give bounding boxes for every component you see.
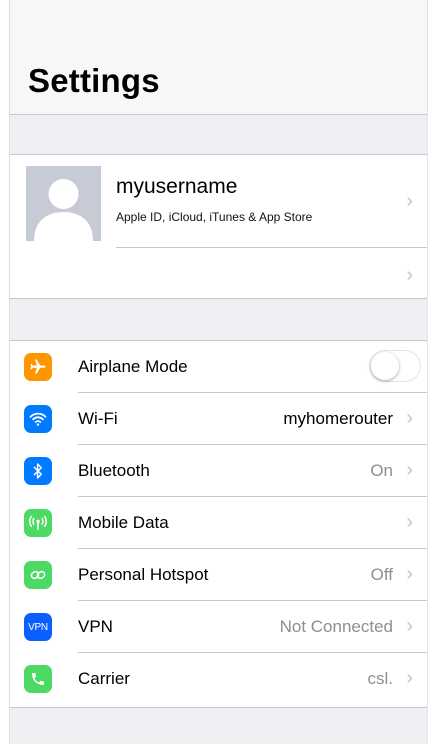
profile-name: myusername (116, 175, 238, 198)
bluetooth-icon (24, 457, 52, 485)
row-label: Personal Hotspot (78, 565, 209, 584)
row-airplane-mode[interactable]: Airplane Mode (10, 341, 427, 393)
row-label: Carrier (78, 669, 130, 688)
hotspot-icon (24, 561, 52, 589)
left-frame (0, 0, 10, 744)
row-label: Wi-Fi (78, 409, 118, 428)
row-bluetooth[interactable]: Bluetooth On › (10, 445, 427, 497)
header: Settings (10, 0, 427, 115)
row-wifi[interactable]: Wi-Fi myhomerouter › (10, 393, 427, 445)
profile-subtitle: Apple ID, iCloud, iTunes & App Store (116, 210, 313, 224)
phone-icon (24, 665, 52, 693)
vpn-icon-text: VPN (28, 621, 48, 633)
row-value: Not Connected (279, 617, 393, 636)
profile-second-row[interactable]: › (10, 248, 427, 298)
row-vpn[interactable]: VPN VPN Not Connected › (10, 601, 427, 653)
airplane-icon (24, 353, 52, 381)
row-label: Bluetooth (78, 461, 150, 480)
avatar (26, 166, 101, 241)
row-carrier[interactable]: Carrier csl. › (10, 653, 427, 705)
chevron-right-icon: › (406, 264, 413, 286)
chevron-right-icon: › (406, 667, 413, 689)
chevron-right-icon: › (406, 511, 413, 533)
row-value: Off (370, 565, 393, 584)
antenna-icon (24, 509, 52, 537)
row-value: csl. (367, 669, 394, 688)
right-frame (427, 0, 432, 744)
row-value: On (370, 461, 393, 480)
row-label: Mobile Data (78, 513, 169, 532)
airplane-mode-toggle[interactable] (369, 350, 421, 382)
chevron-right-icon: › (406, 407, 413, 429)
person-icon (34, 179, 93, 241)
chevron-right-icon: › (406, 615, 413, 637)
row-mobile-data[interactable]: Mobile Data › (10, 497, 427, 549)
vpn-icon: VPN (24, 613, 52, 641)
chevron-right-icon: › (406, 190, 413, 212)
row-personal-hotspot[interactable]: Personal Hotspot Off › (10, 549, 427, 601)
chevron-right-icon: › (406, 563, 413, 585)
toggle-knob (371, 352, 399, 380)
profile-card[interactable]: myusername Apple ID, iCloud, iTunes & Ap… (10, 154, 427, 299)
page-title: Settings (28, 62, 160, 99)
wifi-icon (24, 405, 52, 433)
row-label: Airplane Mode (78, 357, 188, 376)
chevron-right-icon: › (406, 459, 413, 481)
row-value: myhomerouter (283, 409, 393, 428)
settings-list: Airplane Mode Wi-Fi myhomerouter › Bluet… (10, 340, 427, 708)
row-label: VPN (78, 617, 113, 636)
